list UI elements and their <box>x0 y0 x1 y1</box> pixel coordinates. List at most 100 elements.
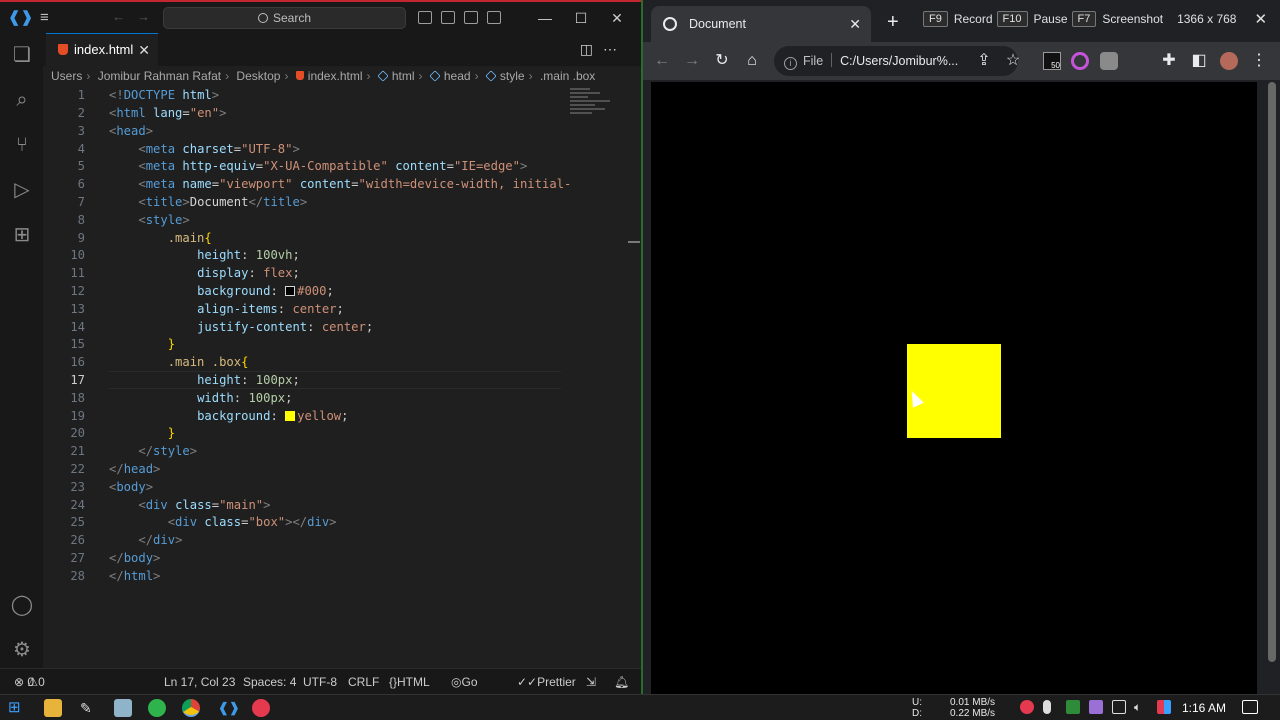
notifications-bell-icon[interactable]: 🔔︎ <box>614 669 629 695</box>
screenshot-button[interactable]: Screenshot <box>1102 12 1163 26</box>
extensions-puzzle-icon[interactable]: ✚ <box>1158 50 1180 72</box>
language-mode[interactable]: {} HTML <box>389 669 430 695</box>
reload-icon[interactable]: ↻ <box>711 50 733 72</box>
color-extension-icon[interactable] <box>1071 52 1089 70</box>
cursor-position[interactable]: Ln 17, Col 23 <box>164 669 235 695</box>
breadcrumb-user[interactable]: Jomibur Rahman Rafat <box>98 69 221 83</box>
shield-icon[interactable] <box>1066 700 1080 714</box>
forward-arrow-icon[interactable]: → <box>681 50 703 72</box>
window-controls: — ☐ ✕ <box>527 8 635 28</box>
extension-badge-icon[interactable]: 50 <box>1043 52 1061 70</box>
encoding[interactable]: UTF-8 <box>303 669 337 695</box>
settings-gear-icon[interactable]: ⚙ <box>10 638 34 662</box>
microphone-icon[interactable] <box>1043 700 1051 714</box>
search-view-icon[interactable]: ⌕ <box>10 88 34 112</box>
chrome-window: Document ✕ + F9 Record F10 Pause F7 Screens… <box>641 0 1280 694</box>
maximize-button[interactable]: ☐ <box>563 8 599 28</box>
line-number: 15 <box>70 337 85 351</box>
tray-recorder-icon[interactable] <box>1020 700 1034 714</box>
explorer-icon[interactable]: ❏ <box>10 43 34 67</box>
back-arrow-icon[interactable]: ← <box>651 50 673 72</box>
prettier-button[interactable]: ✓✓ Prettier <box>517 669 576 695</box>
go-live-button[interactable]: ◎ Go Live <box>451 669 484 715</box>
bookmark-star-icon[interactable]: ☆ <box>1002 50 1024 72</box>
notification-center-icon[interactable] <box>1242 700 1258 714</box>
minimize-button[interactable]: — <box>527 8 563 28</box>
home-icon[interactable]: ⌂ <box>741 50 763 72</box>
file-explorer-icon[interactable] <box>44 699 62 717</box>
command-search[interactable]: Search <box>163 7 406 29</box>
close-tab-icon[interactable]: ✕ <box>849 6 861 42</box>
breadcrumb-users[interactable]: Users <box>51 69 82 83</box>
net-down-value: 0.22 MB/s <box>950 708 996 719</box>
code-editor[interactable]: 1 2 3 4 5 6 7 8 9 10 11 12 13 14 15 16 1… <box>43 86 641 668</box>
line-number: 2 <box>77 106 85 120</box>
more-actions-icon[interactable]: ⋯ <box>603 41 627 57</box>
network-icon[interactable] <box>1112 700 1126 714</box>
breadcrumb-selector[interactable]: .main .box <box>540 69 595 83</box>
screenshot-key: F7 <box>1071 11 1097 27</box>
menu-icon[interactable]: ≡ <box>40 9 60 27</box>
info-icon[interactable]: i <box>784 57 797 70</box>
record-button[interactable]: Record <box>954 12 993 26</box>
problems-indicator[interactable]: ⊗ 0 ⚠ 0 <box>14 669 45 695</box>
extensions-icon[interactable]: ⊞ <box>10 223 34 247</box>
code-line: height: 100vh; <box>197 248 300 262</box>
windows-start-icon[interactable]: ⊞ <box>8 699 26 717</box>
vscode-taskbar-icon[interactable]: ❰❱ <box>218 699 240 717</box>
code-line: display: flex; <box>197 266 300 280</box>
line-number: 22 <box>70 462 85 476</box>
toggle-panel-icon[interactable] <box>441 11 455 24</box>
split-editor-icon[interactable]: ◫ <box>580 41 603 57</box>
pause-button[interactable]: Pause <box>1034 12 1068 26</box>
whatsapp-icon[interactable] <box>148 699 166 717</box>
tray-app-icon[interactable] <box>1089 700 1103 714</box>
recorder-close-icon[interactable]: ✕ <box>1254 10 1267 28</box>
close-button[interactable]: ✕ <box>599 8 635 28</box>
account-icon[interactable]: ◯ <box>10 593 34 617</box>
code-line: align-items: center; <box>197 302 344 316</box>
notepad-icon[interactable] <box>114 699 132 717</box>
chrome-menu-icon[interactable]: ⋮ <box>1248 50 1270 72</box>
close-tab-icon[interactable]: ✕ <box>138 34 150 66</box>
taskbar-clock[interactable]: 1:16 AM <box>1182 695 1226 720</box>
chrome-taskbar-icon[interactable] <box>182 699 200 717</box>
tab-index-html[interactable]: index.html ✕ <box>46 33 158 66</box>
windows-taskbar: ⊞ ✎ ❰❱ U: D: 0.01 MB/s 0.22 MB/s 🔈︎ 1:16 A… <box>0 694 1280 720</box>
extension-badge: 50 <box>1051 61 1060 70</box>
breadcrumb-desktop[interactable]: Desktop <box>236 69 280 83</box>
side-panel-icon[interactable]: ◧ <box>1188 50 1210 72</box>
minimap[interactable] <box>570 86 630 146</box>
color-swatch-icon[interactable] <box>285 286 296 296</box>
page-scrollbar[interactable] <box>1265 82 1279 694</box>
line-number: 11 <box>70 266 85 280</box>
new-tab-button[interactable]: + <box>887 12 899 32</box>
scrollbar-thumb[interactable] <box>1268 82 1276 662</box>
customize-layout-icon[interactable] <box>487 11 501 24</box>
toggle-sidebar-icon[interactable] <box>418 11 432 24</box>
breadcrumb-head[interactable]: head <box>444 69 471 83</box>
volume-icon[interactable]: 🔈︎ <box>1134 700 1148 714</box>
color-swatch-icon[interactable] <box>285 411 296 421</box>
breadcrumb-style[interactable]: style <box>500 69 525 83</box>
share-icon[interactable]: ⇪ <box>973 50 995 72</box>
run-debug-icon[interactable]: ▷ <box>10 178 34 202</box>
pen-tool-icon[interactable]: ✎ <box>80 699 98 717</box>
recorder-taskbar-icon[interactable] <box>252 699 270 717</box>
line-ending[interactable]: CRLF <box>348 669 379 695</box>
indentation[interactable]: Spaces: 4 <box>243 669 296 695</box>
browser-tab-document[interactable]: Document ✕ <box>651 6 871 42</box>
html-file-icon <box>58 44 68 55</box>
editor-scrollbar[interactable] <box>628 241 640 243</box>
feedback-icon[interactable]: ⇲ <box>586 669 596 695</box>
vscode-logo-icon: ❰❱ <box>8 9 34 26</box>
camera-extension-icon[interactable] <box>1100 52 1118 70</box>
toggle-secondary-sidebar-icon[interactable] <box>464 11 478 24</box>
breadcrumb-html[interactable]: html <box>392 69 415 83</box>
nav-arrows[interactable]: ←→ <box>112 9 162 24</box>
language-icon[interactable] <box>1157 700 1171 714</box>
source-control-icon[interactable]: ⑂ <box>10 133 34 157</box>
line-number: 8 <box>77 213 85 227</box>
breadcrumb-file[interactable]: index.html <box>308 69 363 83</box>
profile-avatar[interactable] <box>1220 52 1238 70</box>
